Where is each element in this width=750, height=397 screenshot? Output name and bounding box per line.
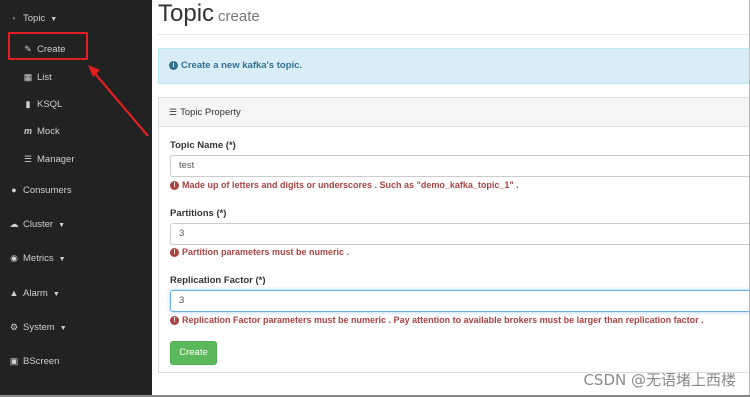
nav-cluster-label: Cluster <box>23 219 54 230</box>
panel-heading: ☰ Topic Property <box>159 98 750 127</box>
tasks-icon: ☰ <box>23 154 33 164</box>
nav-ksql-label: KSQL <box>37 99 63 110</box>
nav-topic[interactable]: ◦ Topic ▼ <box>8 8 57 28</box>
page-title-text: Topic <box>158 0 215 27</box>
partitions-help-text: Partition parameters must be numeric . <box>182 247 350 257</box>
nav-alarm[interactable]: ▲ Alarm ▼ <box>8 283 60 303</box>
replication-input[interactable]: 3 <box>170 290 750 312</box>
info-alert: i Create a new kafka's topic. <box>158 48 750 84</box>
nav-bscreen[interactable]: ▣ BScreen <box>8 351 60 371</box>
topic-name-help: ! Made up of letters and digits or unders… <box>170 180 519 191</box>
table-icon: ▦ <box>23 72 33 82</box>
nav-cluster[interactable]: ☁ Cluster ▼ <box>8 214 66 234</box>
info-icon: i <box>169 60 178 70</box>
topic-name-label: Topic Name (*) <box>170 140 236 151</box>
page-subtitle: create <box>218 8 260 25</box>
nav-metrics[interactable]: ◉ Metrics ▼ <box>8 248 66 268</box>
mock-icon: m <box>23 126 32 136</box>
nav-metrics-label: Metrics <box>23 253 54 264</box>
nav-topic-ksql[interactable]: ▮ KSQL <box>22 94 63 114</box>
replication-help: ! Replication Factor parameters must be n… <box>170 315 704 326</box>
nav-topic-manager[interactable]: ☰ Manager <box>22 149 75 169</box>
nav-alarm-label: Alarm <box>23 288 48 299</box>
cloud-icon: ☁ <box>9 219 19 229</box>
nav-topic-mock[interactable]: m Mock <box>22 121 60 141</box>
nav-bscreen-label: BScreen <box>23 356 60 367</box>
topic-property-panel: ☰ Topic Property Topic Name (*) test ! Mad… <box>158 97 750 373</box>
main-content: Topic create i Create a new kafka's topic.… <box>152 0 750 397</box>
exclamation-icon: ! <box>170 248 179 258</box>
topic-name-help-text: Made up of letters and digits or undersc… <box>182 180 519 190</box>
nav-list-label: List <box>37 72 52 83</box>
watermark: CSDN @无语堵上西楼 <box>583 371 736 389</box>
desktop-icon: ▣ <box>9 356 19 366</box>
nav-topic-list[interactable]: ▦ List <box>22 67 52 87</box>
comments-icon: ◦ <box>12 13 16 23</box>
users-icon: ● <box>11 185 17 195</box>
info-alert-text: Create a new kafka's topic. <box>181 60 303 71</box>
caret-down-icon: ▼ <box>50 16 58 23</box>
exclamation-icon: ! <box>170 181 179 191</box>
create-button[interactable]: Create <box>170 341 217 365</box>
partitions-input[interactable]: 3 <box>170 223 750 245</box>
replication-label: Replication Factor (*) <box>170 275 266 286</box>
nav-system-label: System <box>23 322 55 333</box>
gear-icon: ⚙ <box>9 322 19 332</box>
partitions-help: ! Partition parameters must be numeric . <box>170 247 350 258</box>
nav-mock-label: Mock <box>37 126 60 137</box>
annotation-arrow <box>88 65 149 137</box>
caret-down-icon: ▼ <box>58 256 66 263</box>
divider <box>158 34 750 35</box>
tasks-icon: ☰ <box>169 107 178 117</box>
caret-down-icon: ▼ <box>58 222 66 229</box>
topic-name-input[interactable]: test <box>170 155 750 177</box>
caret-down-icon: ▼ <box>59 325 67 332</box>
nav-topic-label: Topic <box>23 13 46 24</box>
nav-system[interactable]: ⚙ System ▼ <box>8 317 67 337</box>
partitions-label: Partitions (*) <box>170 208 227 219</box>
file-icon: ▮ <box>25 99 31 109</box>
eye-icon: ◉ <box>10 253 18 263</box>
page-title: Topic create <box>158 0 260 28</box>
nav-manager-label: Manager <box>37 154 75 165</box>
exclamation-icon: ! <box>170 316 179 326</box>
highlight-box <box>8 32 88 60</box>
panel-title: Topic Property <box>180 107 241 118</box>
replication-help-text: Replication Factor parameters must be nu… <box>182 315 704 325</box>
bell-icon: ▲ <box>9 288 19 298</box>
nav-consumers[interactable]: ● Consumers <box>8 180 72 200</box>
caret-down-icon: ▼ <box>52 291 60 298</box>
nav-consumers-label: Consumers <box>23 185 72 196</box>
